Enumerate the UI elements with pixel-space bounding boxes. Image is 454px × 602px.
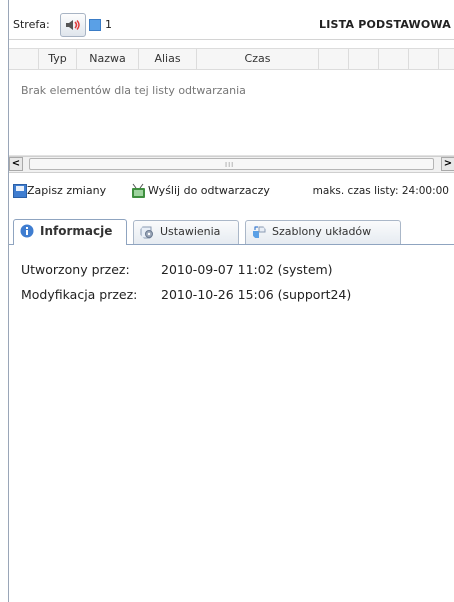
- column-extra-4[interactable]: [409, 49, 439, 69]
- zone-count: 1: [105, 18, 112, 31]
- scroll-left-button[interactable]: <: [9, 157, 23, 171]
- grid-header: Typ Nazwa Alias Czas: [9, 48, 454, 70]
- speaker-icon: [66, 20, 80, 30]
- send-to-players-button[interactable]: Wyślij do odtwarzaczy: [131, 182, 270, 200]
- info-icon: [20, 224, 34, 238]
- playlist-grid: Brak elementów dla tej listy odtwarzania: [9, 69, 454, 156]
- created-value: 2010-09-07 11:02 (system): [161, 262, 333, 277]
- modified-label: Modyfikacja przez:: [21, 287, 138, 302]
- zone-bar: Strefa: 1 LISTA PODSTAWOWA: [9, 11, 454, 40]
- send-to-players-icon: [132, 183, 145, 198]
- created-label: Utworzony przez:: [21, 262, 130, 277]
- column-extra-3[interactable]: [379, 49, 409, 69]
- empty-list-message: Brak elementów dla tej listy odtwarzania: [21, 84, 246, 97]
- details-tabs: Informacje Ustawienia Szablony układów: [9, 218, 454, 245]
- save-icon: [13, 184, 27, 198]
- tab-szablony-ukladow-label: Szablony układów: [272, 225, 372, 238]
- zone-audio-button[interactable]: [60, 13, 86, 37]
- column-time[interactable]: Czas: [197, 49, 319, 69]
- save-changes-button[interactable]: Zapisz zmiany: [13, 182, 106, 200]
- column-name[interactable]: Nazwa: [77, 49, 139, 69]
- settings-icon: [140, 226, 153, 239]
- scroll-right-button[interactable]: >: [441, 157, 454, 171]
- scroll-thumb[interactable]: III: [29, 158, 434, 170]
- tab-ustawienia[interactable]: Ustawienia: [133, 220, 239, 244]
- playlist-panel: Strefa: 1 LISTA PODSTAWOWA Typ Nazwa Ali…: [8, 0, 454, 602]
- layout-icon: [253, 226, 266, 238]
- modified-value: 2010-10-26 15:06 (support24): [161, 287, 352, 302]
- save-changes-label: Zapisz zmiany: [27, 184, 107, 197]
- tab-szablony-ukladow[interactable]: Szablony układów: [245, 220, 401, 244]
- scroll-grip: III: [225, 161, 235, 169]
- column-extra-2[interactable]: [349, 49, 379, 69]
- tab-informacje[interactable]: Informacje: [13, 219, 127, 245]
- column-select[interactable]: [9, 49, 39, 69]
- send-to-players-label: Wyślij do odtwarzaczy: [148, 184, 270, 197]
- playlist-toolbar: Zapisz zmiany Wyślij do odtwarzaczy maks…: [9, 176, 454, 204]
- column-extra-1[interactable]: [319, 49, 349, 69]
- column-alias[interactable]: Alias: [139, 49, 197, 69]
- list-title: LISTA PODSTAWOWA: [319, 18, 451, 31]
- zone-indicator-icon: [89, 19, 101, 31]
- tab-informacje-label: Informacje: [40, 224, 113, 238]
- max-list-time: maks. czas listy: 24:00:00: [312, 185, 449, 197]
- tab-ustawienia-label: Ustawienia: [160, 225, 221, 238]
- horizontal-scrollbar[interactable]: < III >: [9, 156, 454, 173]
- column-type[interactable]: Typ: [39, 49, 77, 69]
- zone-label: Strefa:: [13, 18, 50, 31]
